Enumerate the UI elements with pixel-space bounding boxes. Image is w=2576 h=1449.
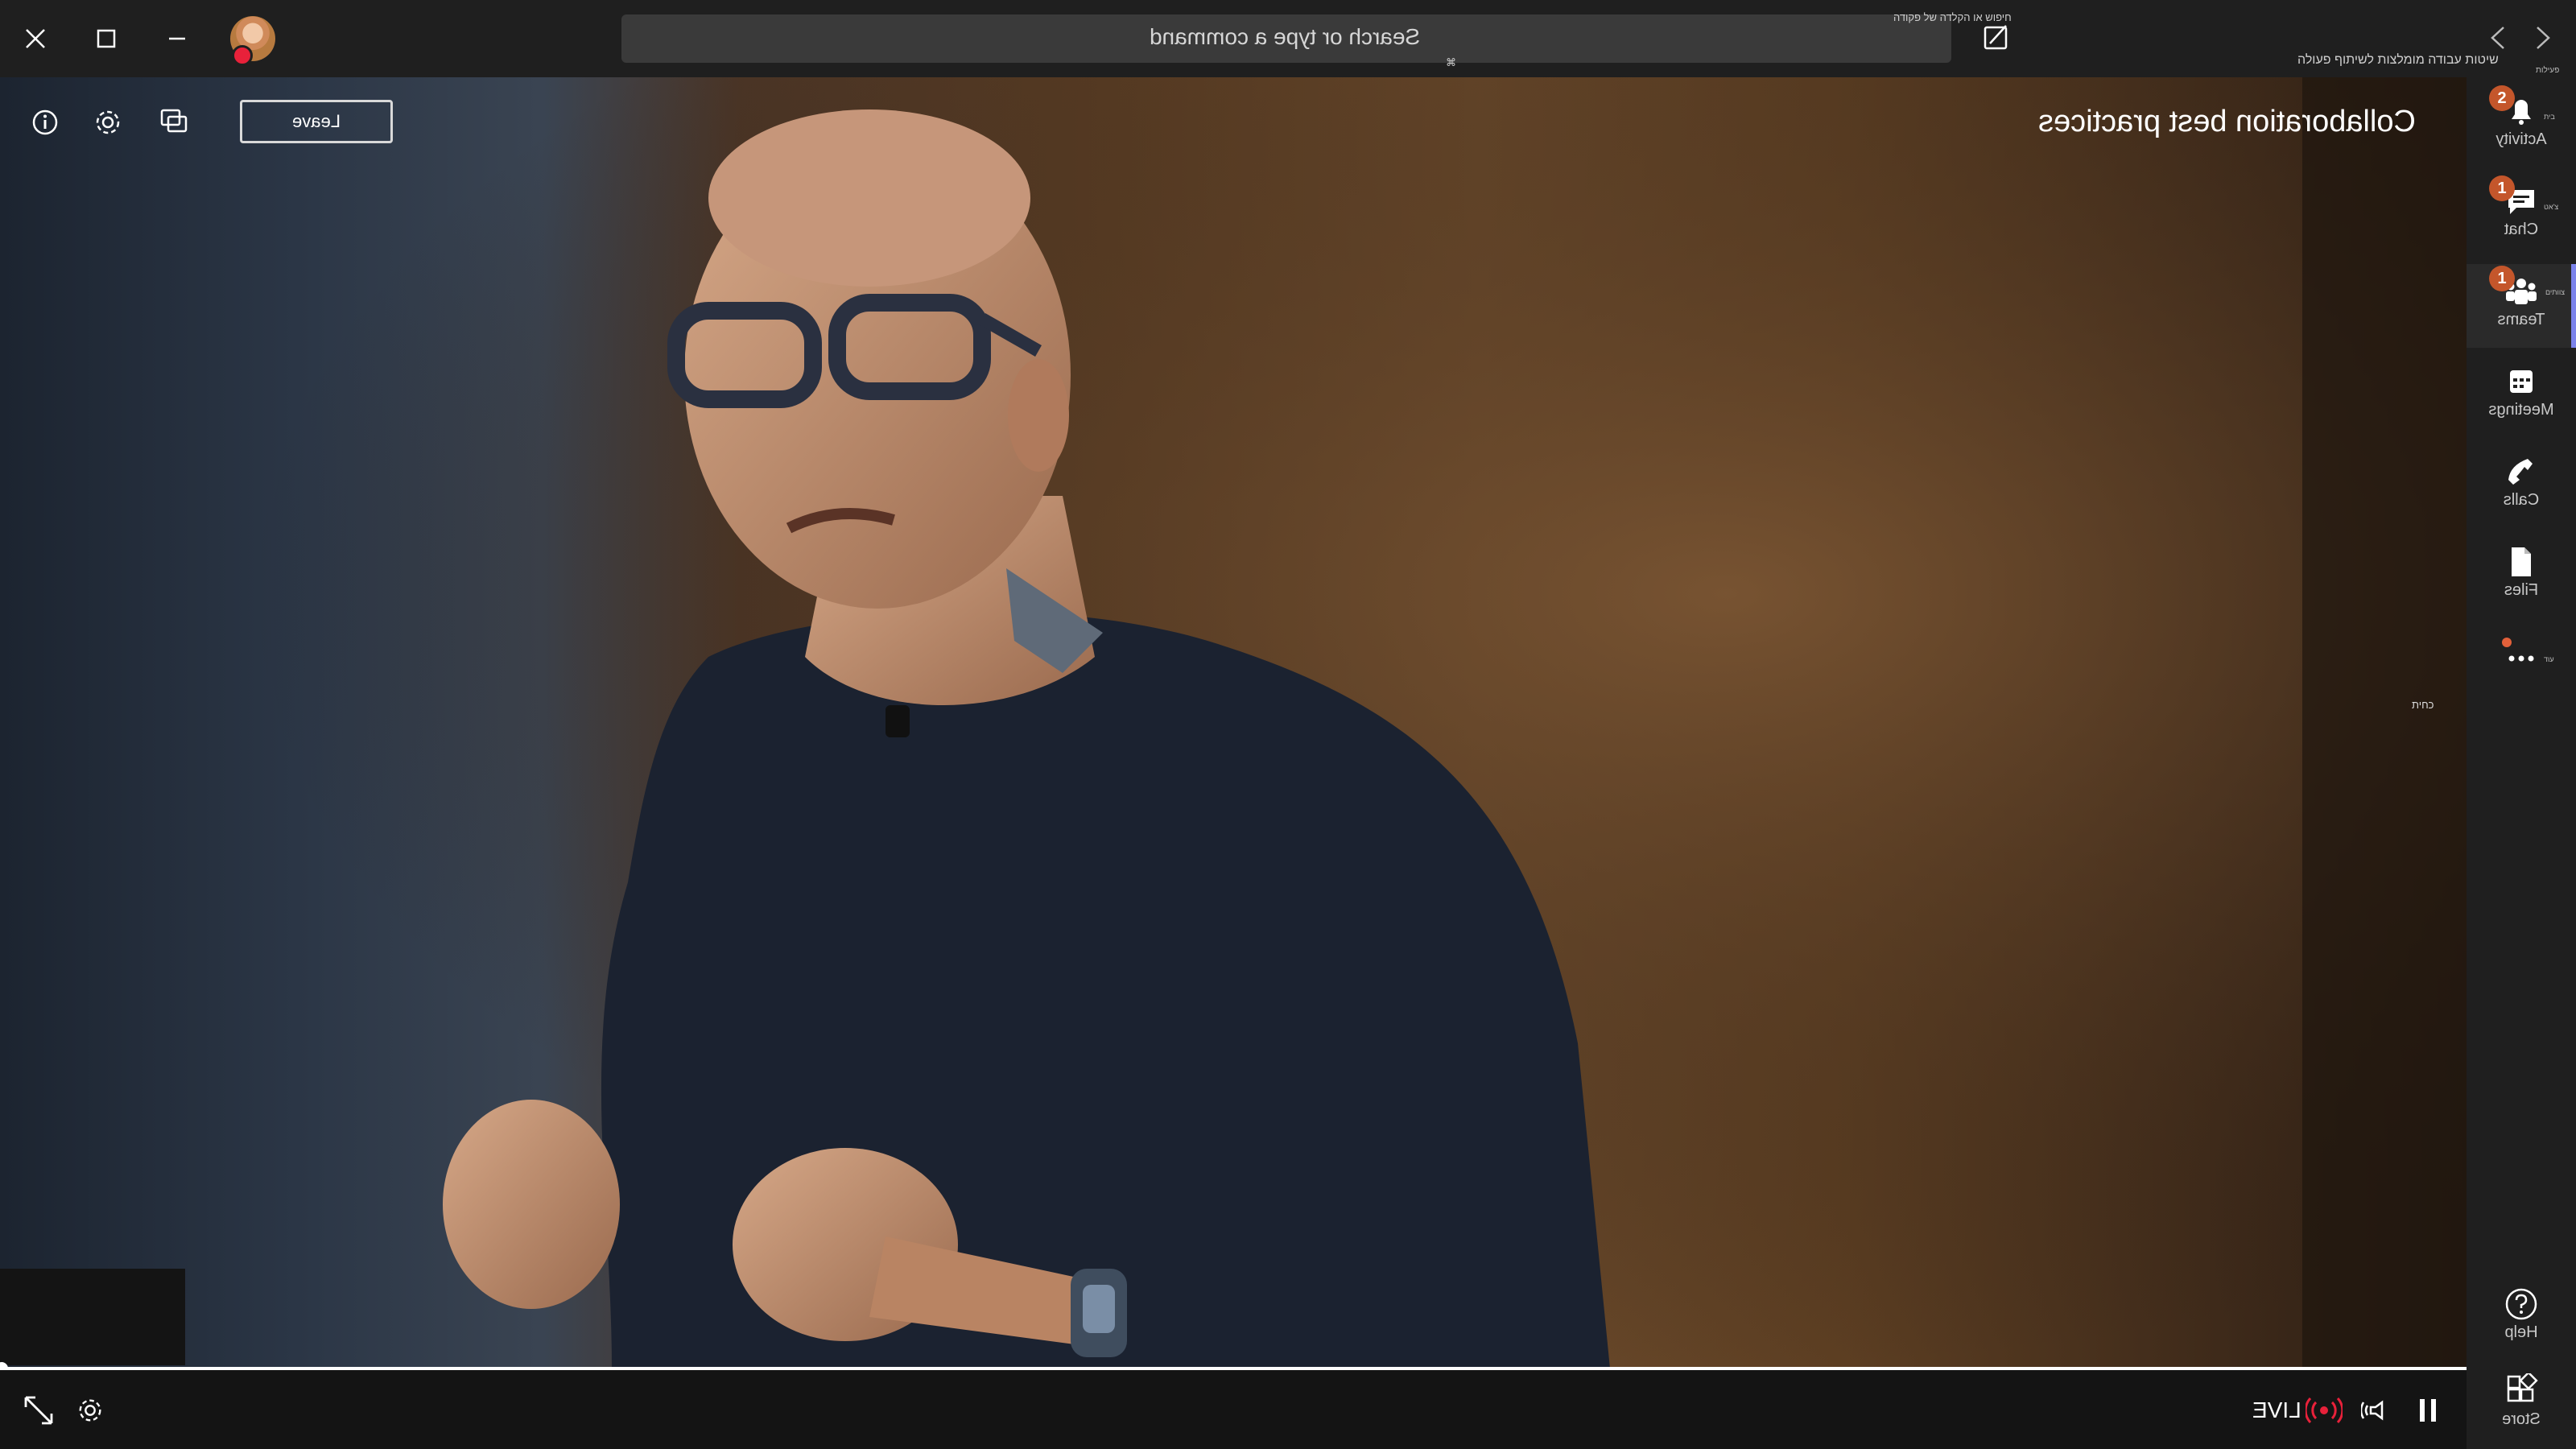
nav-forward-button[interactable] (2484, 18, 2512, 62)
compose-icon (1984, 25, 2008, 50)
rail-label-store: Store (2502, 1410, 2541, 1428)
event-title: Collaboration best practices (2038, 105, 2416, 138)
broadcast-icon (2306, 1397, 2343, 1424)
rail-tiny-teams: צוותים (2545, 288, 2566, 296)
minimize-window-button[interactable] (153, 14, 201, 63)
window-subtitle: שיטות עבודה מומלצות לשיתוף פעולה (2297, 53, 2499, 67)
nav-hint-text: פעילות (2536, 66, 2560, 75)
expand-icon (24, 1396, 53, 1425)
video-settings-button[interactable] (72, 1393, 108, 1428)
fullscreen-button[interactable] (21, 1393, 56, 1428)
video-side-label: כחית (2412, 699, 2434, 711)
activity-badge: 2 (2489, 85, 2515, 111)
minimize-icon (169, 37, 185, 40)
rail-item-teams[interactable]: 1 Teams צוותים (2467, 264, 2576, 348)
new-chat-button[interactable] (1982, 23, 2011, 56)
video-frame (0, 77, 2467, 1368)
nav-back-button[interactable] (2529, 18, 2557, 62)
search-shortcut-hint: ⌘ (1446, 56, 1456, 68)
chat-badge: 1 (2489, 175, 2515, 201)
gear-icon (79, 1399, 101, 1422)
chevron-right-icon (2537, 27, 2550, 49)
maximize-icon (97, 29, 116, 48)
phone-icon (2508, 459, 2533, 485)
search-hint-text: חיפוש או הקלדה של פקודה (1893, 11, 2012, 23)
store-icon (2507, 1373, 2538, 1402)
rail-label-chat: Chat (2504, 221, 2539, 238)
live-label: LIVE (2252, 1397, 2301, 1422)
info-button[interactable] (29, 106, 61, 138)
rail-item-store[interactable]: Store (2467, 1364, 2576, 1447)
rail-item-calls[interactable]: Calls (2467, 444, 2576, 528)
rail-label-teams: Teams (2497, 311, 2545, 328)
rail-item-activity[interactable]: 2 Activity בית (2467, 84, 2576, 167)
rail-tiny-more: עוד (2544, 655, 2554, 663)
teams-badge: 1 (2489, 266, 2515, 291)
notification-dot (2502, 638, 2512, 647)
rail-label-help: Help (2504, 1323, 2538, 1341)
file-icon (2512, 547, 2531, 576)
leave-label: Leave (292, 111, 341, 131)
rail-item-more[interactable]: עוד (2467, 625, 2576, 708)
rail-item-help[interactable]: Help (2467, 1277, 2576, 1360)
speaker-icon (2361, 1400, 2384, 1421)
chat-bubble-icon (160, 109, 188, 133)
maximize-window-button[interactable] (82, 14, 130, 63)
leave-button[interactable]: Leave (240, 100, 393, 143)
help-icon (2505, 1288, 2537, 1320)
rail-label-meetings: Meetings (2488, 401, 2554, 419)
rail-label-calls: Calls (2503, 491, 2540, 509)
search-placeholder: Search or type a command (1149, 24, 1420, 49)
info-icon (32, 109, 58, 135)
live-indicator[interactable] (2304, 1393, 2344, 1428)
chevron-left-icon (2491, 27, 2504, 49)
gear-icon (96, 110, 120, 134)
app-rail: 2 Activity בית 1 Chat צ'אט 1 Teams צוותי… (2467, 77, 2576, 1449)
close-window-button[interactable] (11, 14, 60, 63)
active-indicator (2571, 264, 2576, 348)
close-icon (26, 29, 45, 48)
pause-button[interactable] (2412, 1393, 2444, 1428)
rail-item-files[interactable]: Files (2467, 535, 2576, 618)
player-controls: LIVE (0, 1370, 2467, 1449)
rail-tiny-chat: צ'אט (2544, 203, 2559, 211)
title-bar: Search or type a command ⌘ חיפוש או הקלד… (0, 0, 2576, 77)
pause-icon (2420, 1399, 2436, 1422)
settings-button[interactable] (92, 106, 124, 138)
live-event-video[interactable]: Collaboration best practices Leave כחית (0, 77, 2467, 1368)
search-input[interactable]: Search or type a command (621, 14, 1951, 63)
calendar-icon (2510, 370, 2533, 393)
rail-item-chat[interactable]: 1 Chat צ'אט (2467, 174, 2576, 258)
presence-status-dot (232, 45, 253, 66)
qna-button[interactable] (158, 106, 190, 138)
rail-tiny-activity: בית (2544, 113, 2555, 121)
volume-button[interactable] (2359, 1393, 2396, 1428)
rail-item-meetings[interactable]: Meetings (2467, 354, 2576, 438)
rail-label-activity: Activity (2496, 130, 2547, 148)
rail-label-files: Files (2504, 581, 2539, 599)
